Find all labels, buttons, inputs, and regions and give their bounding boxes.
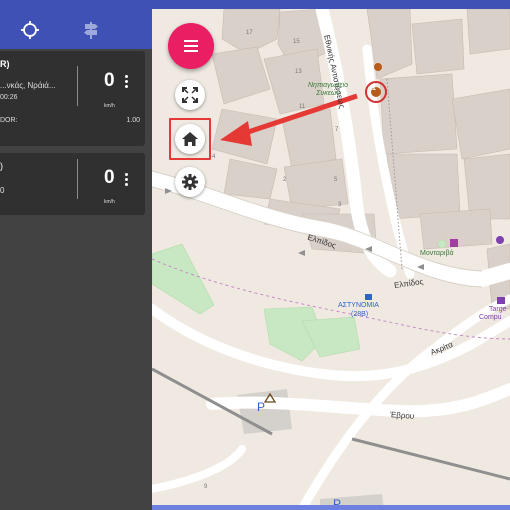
speed-unit: km/h bbox=[104, 199, 115, 205]
menu-button[interactable] bbox=[168, 23, 214, 69]
devices-panel: R) ...νκάς, Νράιά... 00:26 DOR: 1.00 0 k… bbox=[0, 9, 152, 510]
poi-label: (28B) bbox=[351, 311, 369, 318]
crosshair-icon[interactable] bbox=[19, 19, 41, 41]
more-vert-icon[interactable] bbox=[125, 173, 129, 188]
house-number: 7 bbox=[335, 127, 339, 133]
house-number: 9 bbox=[204, 484, 208, 490]
poi-label: Μονταριβά bbox=[420, 250, 454, 257]
settings-button[interactable] bbox=[175, 167, 205, 197]
fullscreen-button[interactable] bbox=[175, 80, 205, 110]
device-address: 0 bbox=[0, 186, 5, 195]
police-icon[interactable] bbox=[365, 294, 372, 300]
house-number: 4 bbox=[212, 154, 216, 160]
app-root: { "panel": { "tabs": [ {"icon": "crossha… bbox=[0, 0, 510, 510]
speed-value: 0 bbox=[104, 167, 115, 188]
poi-label: Νηπιαγωγείο Συκεών bbox=[307, 82, 349, 97]
device-odometer-row: DOR: 1.00 bbox=[0, 117, 140, 124]
buildings bbox=[211, 9, 510, 310]
computer-shop-icon[interactable] bbox=[497, 297, 505, 304]
menu-icon bbox=[184, 40, 198, 52]
poi-label: ΑΣΤΥΝΟΜΙΑ bbox=[338, 302, 379, 309]
card-divider bbox=[77, 159, 78, 199]
street-label: Έβρου bbox=[389, 410, 415, 421]
fullscreen-icon bbox=[182, 87, 198, 103]
poi-icon[interactable] bbox=[496, 236, 504, 244]
odometer-label: DOR: bbox=[0, 117, 18, 124]
home-button-highlight bbox=[169, 118, 211, 160]
signpost-icon[interactable] bbox=[80, 19, 102, 41]
house-number: 1 bbox=[372, 85, 376, 92]
map-view[interactable]: Εθνικής Αντιστάσεως Νηπιαγωγείο Συκεών Ε… bbox=[152, 9, 510, 510]
school-poi-icon[interactable] bbox=[374, 63, 382, 71]
app-top-bar bbox=[0, 0, 510, 9]
odometer-value: 1.00 bbox=[126, 117, 140, 124]
house-number: 3 bbox=[338, 202, 342, 208]
house-number: 15 bbox=[293, 39, 300, 45]
device-time: 00:26 bbox=[0, 94, 18, 101]
device-card[interactable]: ) 0 0 km/h bbox=[0, 153, 145, 215]
speed-unit: km/h bbox=[104, 103, 115, 109]
device-name: R) bbox=[0, 59, 10, 69]
device-name: ) bbox=[0, 161, 3, 171]
poi-label: Compu bbox=[479, 314, 502, 321]
shop-icon[interactable] bbox=[450, 239, 458, 247]
bottom-bar bbox=[152, 505, 510, 510]
house-number: 2 bbox=[283, 177, 287, 183]
more-vert-icon[interactable] bbox=[125, 75, 129, 90]
device-address: ...νκάς, Νράιά... bbox=[0, 81, 56, 90]
poi-label: Targe bbox=[489, 306, 507, 313]
gear-icon bbox=[182, 174, 198, 190]
parking-label: P bbox=[257, 400, 266, 414]
house-number: 13 bbox=[295, 69, 302, 75]
house-number: 5 bbox=[334, 177, 338, 183]
card-divider bbox=[77, 66, 78, 106]
panel-tab-bar bbox=[0, 9, 152, 49]
device-card[interactable]: R) ...νκάς, Νράιά... 00:26 DOR: 1.00 0 k… bbox=[0, 51, 145, 146]
speed-value: 0 bbox=[104, 70, 115, 91]
house-number: 11 bbox=[299, 104, 306, 110]
house-number: 17 bbox=[246, 30, 253, 36]
